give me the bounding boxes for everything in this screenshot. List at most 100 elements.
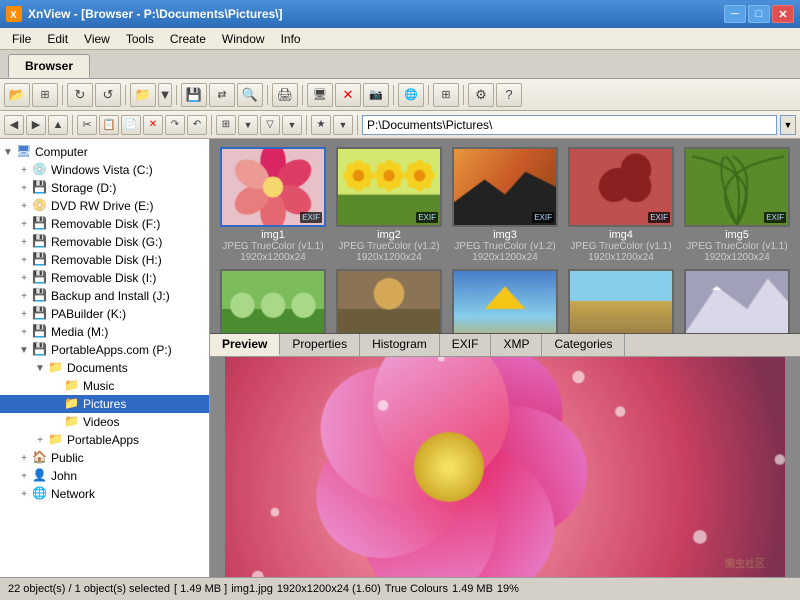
back-button[interactable]: ◀ [4, 115, 24, 135]
tree-network[interactable]: + 🌐 Network [0, 485, 209, 503]
toggle-removh[interactable]: + [16, 255, 32, 266]
menu-view[interactable]: View [76, 30, 118, 48]
tree-storage[interactable]: + 💾 Storage (D:) [0, 179, 209, 197]
tab-xmp[interactable]: XMP [491, 334, 542, 356]
thumb-img8[interactable] [450, 269, 560, 334]
open-button[interactable]: 📂 [4, 83, 30, 107]
save-button[interactable]: 💾 [181, 83, 207, 107]
toggle-backup[interactable]: + [16, 291, 32, 302]
close-button[interactable]: ✕ [772, 5, 794, 23]
toggle-dvd[interactable]: + [16, 201, 32, 212]
toggle-winvista[interactable]: + [16, 165, 32, 176]
tree-removg[interactable]: + 💾 Removable Disk (G:) [0, 233, 209, 251]
tree-public[interactable]: + 🏠 Public [0, 449, 209, 467]
thumb-img1[interactable]: EXIF img1 JPEG TrueColor (v1.1) 1920x120… [218, 147, 328, 263]
menu-edit[interactable]: Edit [39, 30, 76, 48]
copy-button[interactable]: 📋 [99, 115, 119, 135]
thumb-img2[interactable]: EXIF img2 JPEG TrueColor (v1.2) 1920x120… [334, 147, 444, 263]
tree-music[interactable]: 📁 Music [0, 377, 209, 395]
view-grid-button[interactable]: ⊞ [216, 115, 236, 135]
tab-histogram[interactable]: Histogram [360, 334, 440, 356]
network-button[interactable]: 🌐 [398, 83, 424, 107]
thumb-img4[interactable]: EXIF img4 JPEG TrueColor (v1.1) 1920x120… [566, 147, 676, 263]
tree-portableapps-sub[interactable]: + 📁 PortableApps [0, 431, 209, 449]
monitor-button[interactable]: 🖥 [307, 83, 333, 107]
menu-window[interactable]: Window [214, 30, 273, 48]
star-button[interactable]: ★ [311, 115, 331, 135]
tree-pictures[interactable]: 📁 Pictures [0, 395, 209, 413]
toggle-network[interactable]: + [16, 489, 32, 500]
thumb-img6[interactable] [218, 269, 328, 334]
thumb-img2-size: 1920x1200x24 [356, 252, 422, 263]
tab-categories[interactable]: Categories [542, 334, 625, 356]
titlebar-controls: ─ □ ✕ [724, 5, 794, 23]
folder-up-button[interactable]: 📁 [130, 83, 156, 107]
address-input[interactable] [362, 115, 777, 135]
tree-media[interactable]: + 💾 Media (M:) [0, 323, 209, 341]
thumb-img3[interactable]: EXIF img3 JPEG TrueColor (v1.2) 1920x120… [450, 147, 560, 263]
menu-tools[interactable]: Tools [118, 30, 162, 48]
toggle-documents[interactable]: ▼ [32, 363, 48, 374]
delete-button[interactable]: ✕ [335, 83, 361, 107]
tree-portableapps[interactable]: ▼ 💾 PortableApps.com (P:) [0, 341, 209, 359]
refresh-cw-button[interactable]: ↻ [67, 83, 93, 107]
thumb-img10[interactable] [682, 269, 792, 334]
del-button[interactable]: ✕ [143, 115, 163, 135]
screen-button[interactable]: 📷 [363, 83, 389, 107]
tab-exif[interactable]: EXIF [440, 334, 492, 356]
menu-create[interactable]: Create [162, 30, 214, 48]
tree-john[interactable]: + 👤 John [0, 467, 209, 485]
tree-documents[interactable]: ▼ 📁 Documents [0, 359, 209, 377]
filter-dropdown[interactable]: ▼ [282, 115, 302, 135]
toggle-storage[interactable]: + [16, 183, 32, 194]
tree-videos[interactable]: 📁 Videos [0, 413, 209, 431]
tab-preview[interactable]: Preview [210, 334, 280, 356]
print-button[interactable]: 🖨 [272, 83, 298, 107]
thumbnails-button[interactable]: ⊞ [32, 83, 58, 107]
filter-button[interactable]: ▽ [260, 115, 280, 135]
cut-button[interactable]: ✂ [77, 115, 97, 135]
maximize-button[interactable]: □ [748, 5, 770, 23]
thumb-img9[interactable] [566, 269, 676, 334]
view-dropdown[interactable]: ▼ [238, 115, 258, 135]
toggle-portableapps[interactable]: ▼ [16, 345, 32, 356]
tree-computer[interactable]: ▼ 🖥 Computer [0, 143, 209, 161]
toggle-john[interactable]: + [16, 471, 32, 482]
toggle-pabuilder[interactable]: + [16, 309, 32, 320]
toggle-media[interactable]: + [16, 327, 32, 338]
settings-button[interactable]: ⚙ [468, 83, 494, 107]
move-button[interactable]: ⇄ [209, 83, 235, 107]
menu-info[interactable]: Info [273, 30, 309, 48]
tree-removi[interactable]: + 💾 Removable Disk (I:) [0, 269, 209, 287]
rotate-ccw-button[interactable]: ↶ [187, 115, 207, 135]
tree-pabuilder[interactable]: + 💾 PABuilder (K:) [0, 305, 209, 323]
address-dropdown[interactable]: ▼ [780, 115, 796, 135]
up-button[interactable]: ▲ [48, 115, 68, 135]
star-dropdown[interactable]: ▼ [333, 115, 353, 135]
help-button[interactable]: ? [496, 83, 522, 107]
toggle-public[interactable]: + [16, 453, 32, 464]
rotate-cw-button[interactable]: ↷ [165, 115, 185, 135]
tree-removh[interactable]: + 💾 Removable Disk (H:) [0, 251, 209, 269]
find-button[interactable]: 🔍 [237, 83, 263, 107]
grid-button[interactable]: ⊞ [433, 83, 459, 107]
toggle-removi[interactable]: + [16, 273, 32, 284]
tab-properties[interactable]: Properties [280, 334, 360, 356]
toggle-portableapps-sub[interactable]: + [32, 435, 48, 446]
paste-button[interactable]: 📄 [121, 115, 141, 135]
menu-file[interactable]: File [4, 30, 39, 48]
tree-dvd[interactable]: + 📀 DVD RW Drive (E:) [0, 197, 209, 215]
minimize-button[interactable]: ─ [724, 5, 746, 23]
tree-backup[interactable]: + 💾 Backup and Install (J:) [0, 287, 209, 305]
folder-dropdown[interactable]: ▼ [158, 83, 172, 107]
thumb-img5[interactable]: EXIF img5 JPEG TrueColor (v1.1) 1920x120… [682, 147, 792, 263]
toggle-computer[interactable]: ▼ [0, 147, 16, 158]
tree-winvista[interactable]: + 💿 Windows Vista (C:) [0, 161, 209, 179]
tab-browser[interactable]: Browser [8, 54, 90, 78]
refresh-ccw-button[interactable]: ↺ [95, 83, 121, 107]
toggle-removf[interactable]: + [16, 219, 32, 230]
toggle-removg[interactable]: + [16, 237, 32, 248]
forward-button[interactable]: ▶ [26, 115, 46, 135]
tree-removf[interactable]: + 💾 Removable Disk (F:) [0, 215, 209, 233]
thumb-img7[interactable] [334, 269, 444, 334]
